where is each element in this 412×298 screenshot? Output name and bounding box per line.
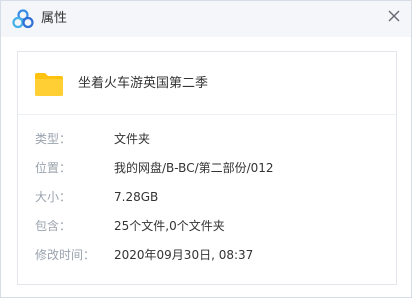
property-row-modified: 修改时间： 2020年09月30日, 08:37 bbox=[18, 245, 396, 265]
divider bbox=[18, 114, 396, 115]
property-label: 修改时间： bbox=[35, 248, 96, 262]
property-value: 7.28GB bbox=[114, 190, 159, 204]
property-value: 2020年09月30日, 08:37 bbox=[114, 248, 254, 262]
property-row-size: 大小： 7.28GB bbox=[18, 187, 396, 207]
properties-panel: 坐着火车游英国第二季 类型： 文件夹 位置： 我的网盘/B-BC/第二部份/01… bbox=[17, 51, 397, 285]
close-icon bbox=[388, 10, 400, 22]
baidu-netdisk-logo-icon bbox=[12, 9, 34, 29]
title-bar: 属性 bbox=[1, 1, 411, 37]
property-value: 我的网盘/B-BC/第二部份/012 bbox=[114, 161, 274, 175]
property-value: 25个文件,0个文件夹 bbox=[114, 219, 225, 233]
property-row-type: 类型： 文件夹 bbox=[18, 129, 396, 149]
property-row-contents: 包含： 25个文件,0个文件夹 bbox=[18, 216, 396, 236]
properties-dialog: 属性 坐着火车游英国第二季 类型： 文件夹 位置： 我的网盘/B-BC/第二部份… bbox=[0, 0, 412, 298]
close-button[interactable] bbox=[381, 3, 407, 29]
dialog-title: 属性 bbox=[41, 11, 68, 26]
file-name: 坐着火车游英国第二季 bbox=[78, 76, 209, 91]
property-label: 包含： bbox=[35, 219, 72, 233]
folder-icon bbox=[35, 73, 63, 96]
property-label: 大小： bbox=[35, 190, 72, 204]
property-label: 类型： bbox=[35, 132, 72, 146]
property-value: 文件夹 bbox=[114, 132, 151, 146]
property-label: 位置： bbox=[35, 161, 72, 175]
property-row-location: 位置： 我的网盘/B-BC/第二部份/012 bbox=[18, 158, 396, 178]
